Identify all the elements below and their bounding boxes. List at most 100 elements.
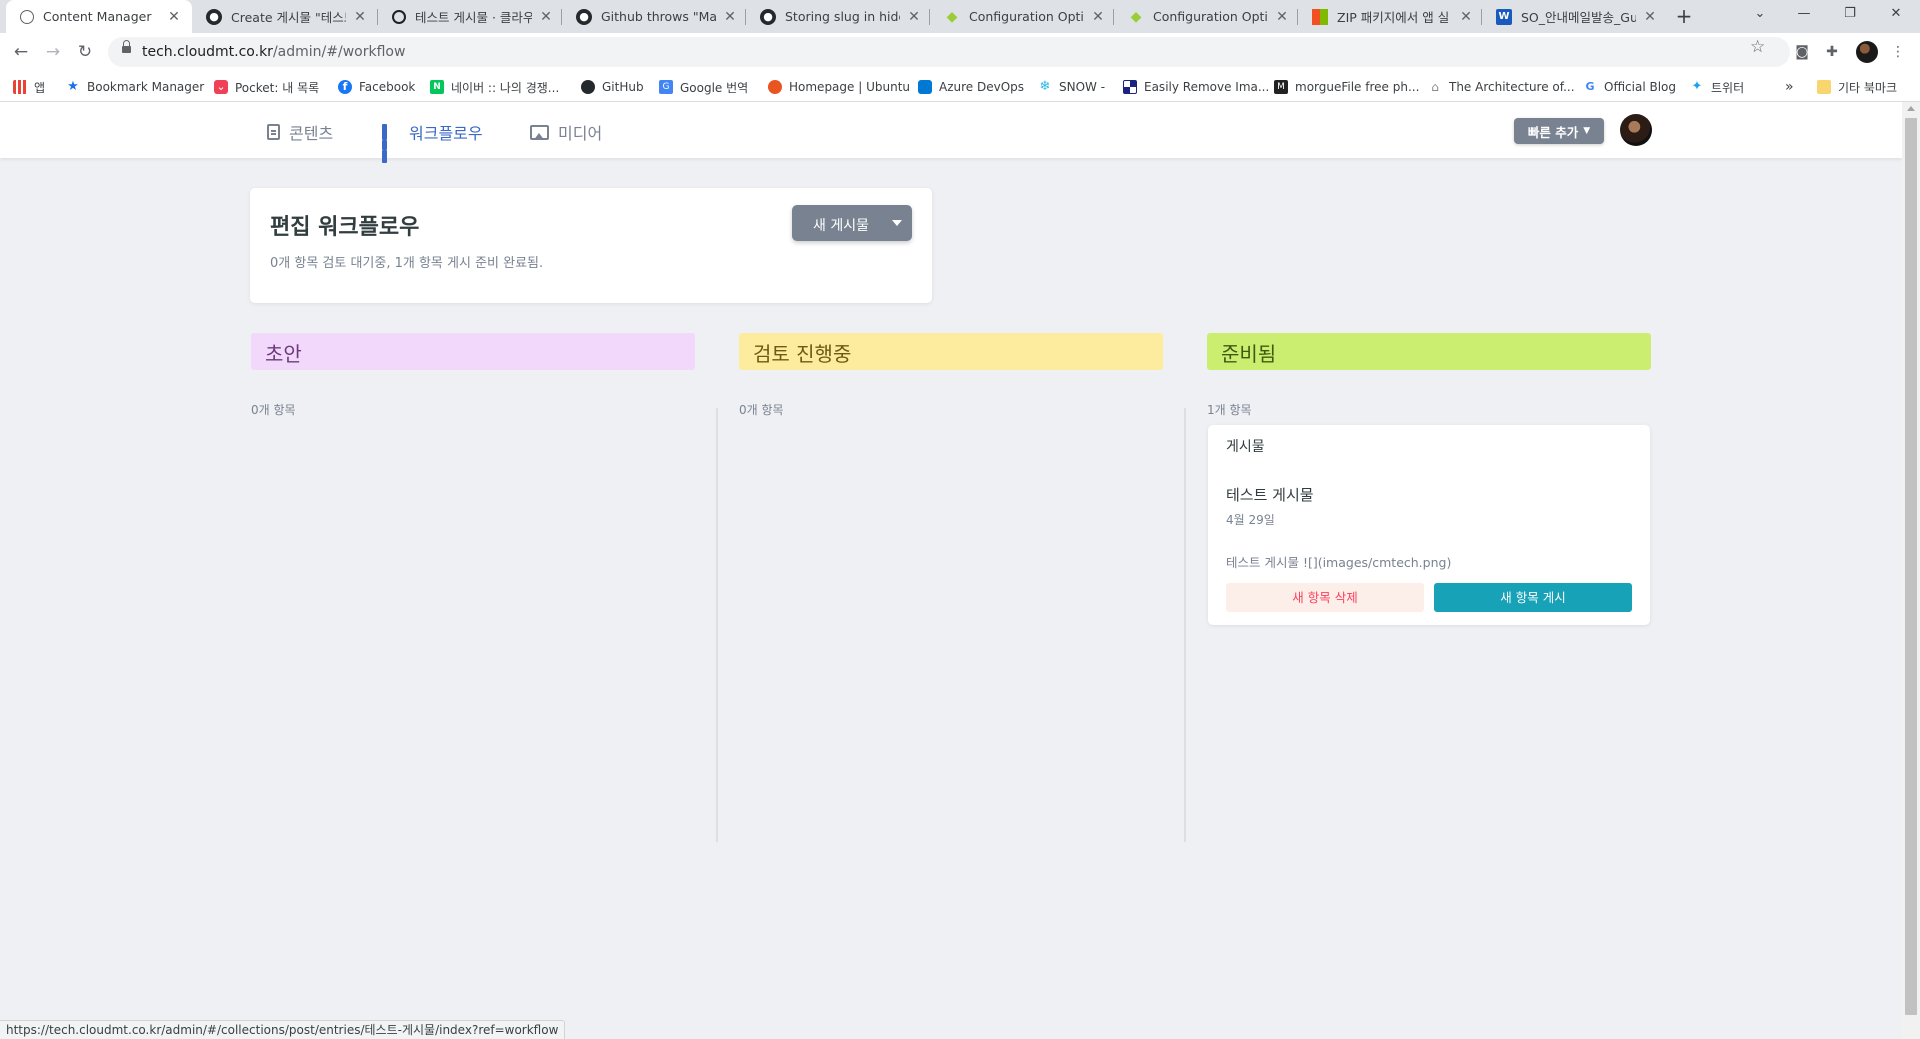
- new-tab-plus-icon[interactable]: +: [1672, 5, 1696, 29]
- tab-title: Github throws "Malfor: [601, 9, 716, 24]
- bookmark-star-icon[interactable]: ☆: [1750, 37, 1765, 57]
- browser-toolbar: ← → ↻ tech.cloudmt.co.kr/admin/#/workflo…: [0, 33, 1920, 71]
- url-path: /admin/#/workflow: [272, 44, 406, 60]
- close-icon[interactable]: ✕: [538, 9, 554, 25]
- bookmark-label: SNOW -: [1059, 80, 1106, 94]
- tab-title: 테스트 게시물 · 클라우: [415, 10, 532, 25]
- column-count-ready: 1개 항목: [1207, 403, 1252, 417]
- nav-media[interactable]: 미디어: [530, 120, 602, 144]
- tab-storing-slug[interactable]: ● Storing slug in hidden ✕: [746, 0, 932, 33]
- tab-content-manager[interactable]: Content Manager ✕: [6, 0, 192, 33]
- publish-entry-button[interactable]: 새 항목 게시: [1434, 583, 1632, 612]
- close-icon[interactable]: ✕: [1274, 9, 1290, 25]
- bookmark-apps[interactable]: 앱: [13, 77, 45, 97]
- tab-title: ZIP 패키지에서 앱 실: [1337, 10, 1450, 25]
- close-icon[interactable]: ✕: [1642, 9, 1658, 25]
- bookmark-label: Facebook: [359, 80, 416, 94]
- tab-title: Configuration Options: [969, 9, 1084, 24]
- forward-arrow-icon[interactable]: →: [40, 39, 66, 65]
- scrollbar-thumb[interactable]: [1905, 118, 1917, 1015]
- facebook-icon: f: [338, 80, 352, 94]
- close-icon[interactable]: ✕: [906, 9, 922, 25]
- lock-icon: [122, 40, 131, 55]
- tab-configuration-2[interactable]: ◆ Configuration Options ✕: [1114, 0, 1300, 33]
- azure-devops-icon: [918, 80, 932, 94]
- github-icon: [581, 80, 595, 94]
- restore-icon[interactable]: ❐: [1828, 0, 1872, 30]
- diamond-icon: ◆: [1130, 8, 1142, 25]
- pocket-extension-icon[interactable]: ◙: [1792, 42, 1812, 62]
- extensions-puzzle-icon[interactable]: ✚: [1822, 42, 1842, 62]
- star-icon: ★: [67, 79, 79, 94]
- page-scrollbar[interactable]: [1902, 102, 1920, 1039]
- bookmark-label: Easily Remove Ima...: [1144, 80, 1270, 94]
- bookmark-azure-devops[interactable]: Azure DevOps: [918, 77, 1024, 97]
- close-icon[interactable]: ✕: [352, 9, 368, 25]
- bookmark-other-folder[interactable]: 기타 북마크: [1817, 77, 1897, 97]
- close-icon[interactable]: ✕: [1090, 9, 1106, 25]
- delete-entry-button[interactable]: 새 항목 삭제: [1226, 583, 1424, 612]
- tab-github-create[interactable]: ● Create 게시물 "테스트 ✕: [192, 0, 378, 33]
- tab-so-guide[interactable]: W SO_안내메일발송_Gui ✕: [1482, 0, 1668, 33]
- profile-avatar[interactable]: [1856, 41, 1878, 63]
- document-icon: [267, 124, 280, 140]
- user-avatar[interactable]: [1620, 114, 1652, 146]
- scroll-up-arrow-icon[interactable]: [1907, 106, 1915, 111]
- bookmark-morguefile[interactable]: M morgueFile free ph...: [1274, 77, 1419, 97]
- apps-grid-icon: [13, 80, 27, 94]
- bookmark-remove-image[interactable]: Easily Remove Ima...: [1123, 77, 1269, 97]
- nav-contents[interactable]: 콘텐츠: [267, 120, 333, 144]
- bookmark-pocket[interactable]: ⌄ Pocket: 내 목록: [214, 77, 319, 97]
- back-arrow-icon[interactable]: ←: [8, 39, 34, 65]
- close-icon[interactable]: ✕: [1458, 9, 1474, 25]
- nav-workflow[interactable]: 워크플로우: [382, 120, 483, 163]
- tab-title: Storing slug in hidden: [785, 9, 900, 24]
- bookmark-ubuntu[interactable]: Homepage | Ubuntu: [768, 77, 910, 97]
- workflow-status-description: 0개 항목 검토 대기중, 1개 항목 게시 준비 완료됨.: [270, 256, 544, 271]
- bookmark-label: Official Blog: [1604, 80, 1677, 94]
- nav-contents-label: 콘텐츠: [289, 124, 334, 143]
- bookmarks-bar: 앱 ★ Bookmark Manager ⌄ Pocket: 내 목록 f Fa…: [0, 71, 1920, 102]
- bookmark-label: The Architecture of...: [1449, 80, 1575, 94]
- bookmark-facebook[interactable]: f Facebook: [338, 77, 415, 97]
- bookmark-manager[interactable]: ★ Bookmark Manager: [66, 77, 204, 97]
- tab-test-post[interactable]: 테스트 게시물 · 클라우 ✕: [378, 0, 564, 33]
- menu-kebab-icon[interactable]: ⋮: [1888, 42, 1908, 62]
- url-host: tech.cloudmt.co.kr: [142, 44, 273, 60]
- entry-body-preview: 테스트 게시물 ![](images/cmtech.png): [1226, 555, 1452, 570]
- bookmark-official-blog[interactable]: G Official Blog: [1583, 77, 1676, 97]
- google-icon: G: [1585, 80, 1595, 93]
- app-header: 콘텐츠 워크플로우 미디어 빠른 추가 ▼: [0, 102, 1902, 163]
- close-icon[interactable]: ✕: [722, 9, 738, 25]
- column-header-ready: 준비됨: [1207, 333, 1651, 370]
- bookmark-google-translate[interactable]: G Google 번역: [659, 77, 748, 97]
- url-text: tech.cloudmt.co.kr/admin/#/workflow: [142, 44, 405, 60]
- folder-icon: [1817, 80, 1831, 94]
- address-bar[interactable]: tech.cloudmt.co.kr/admin/#/workflow: [108, 37, 1790, 67]
- bookmarks-overflow-chevron-icon[interactable]: »: [1785, 77, 1794, 97]
- tab-search-icon[interactable]: ⌄: [1738, 0, 1782, 30]
- bookmark-naver[interactable]: N 네이버 :: 나의 경쟁...: [430, 77, 559, 97]
- bookmark-architecture[interactable]: ⌂ The Architecture of...: [1428, 77, 1575, 97]
- close-icon[interactable]: ✕: [166, 9, 182, 25]
- bookmark-label: 트위터: [1711, 80, 1745, 95]
- github-icon: ●: [206, 8, 222, 25]
- quick-add-button[interactable]: 빠른 추가 ▼: [1514, 118, 1604, 144]
- entry-title: 테스트 게시물: [1226, 486, 1314, 504]
- window-close-icon[interactable]: ✕: [1874, 0, 1918, 30]
- workflow-entry-card[interactable]: 게시물 테스트 게시물 4월 29일 테스트 게시물 ![](images/cm…: [1208, 425, 1650, 625]
- bookmark-snow[interactable]: ❄ SNOW -: [1038, 77, 1106, 97]
- reload-icon[interactable]: ↻: [72, 39, 98, 65]
- tab-github-malformed[interactable]: ● Github throws "Malfor ✕: [562, 0, 748, 33]
- bookmark-github[interactable]: GitHub: [581, 77, 644, 97]
- bookmark-label: Bookmark Manager: [87, 80, 205, 94]
- minimize-icon[interactable]: —: [1782, 0, 1826, 30]
- twitter-icon: ✦: [1691, 79, 1703, 94]
- bookmark-twitter[interactable]: ✦ 트위터: [1690, 77, 1745, 97]
- github-icon: ●: [576, 8, 592, 25]
- new-post-button[interactable]: 새 게시물: [792, 205, 912, 241]
- tab-zip-package[interactable]: ZIP 패키지에서 앱 실 ✕: [1298, 0, 1484, 33]
- nav-media-label: 미디어: [558, 124, 603, 143]
- tab-configuration-1[interactable]: ◆ Configuration Options ✕: [930, 0, 1116, 33]
- column-count-draft: 0개 항목: [251, 403, 296, 417]
